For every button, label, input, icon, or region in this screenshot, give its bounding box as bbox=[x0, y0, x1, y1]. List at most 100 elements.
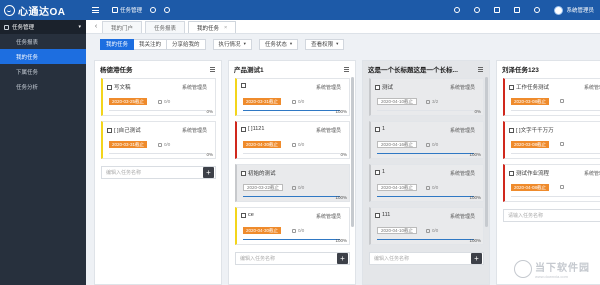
filter-bar: 我的任务 我关注的 分享给我的 执行情况 ▾ 任务状态 ▾ 查看权限 ▾ bbox=[86, 34, 600, 54]
task-checkbox[interactable] bbox=[509, 84, 514, 90]
add-task-button[interactable]: + bbox=[471, 253, 482, 264]
task-owner: 系统管理员 bbox=[315, 128, 341, 134]
top-right-tools: 系统管理员 bbox=[454, 0, 594, 20]
task-subtask-count: 3/2 bbox=[432, 99, 439, 104]
column-menu-icon[interactable] bbox=[478, 66, 483, 72]
sidebar-item-label: 我的任务 bbox=[16, 54, 39, 61]
tab-my-portal[interactable]: 我的门户 bbox=[102, 21, 143, 33]
people-icon[interactable] bbox=[474, 7, 481, 13]
task-subtask-count: 0/0 bbox=[164, 142, 171, 147]
app-logo[interactable]: 心通达OA bbox=[0, 0, 86, 20]
task-checkbox[interactable] bbox=[375, 84, 380, 90]
task-card[interactable]: 系统管理员 2020-03-31截止 0/0 100% bbox=[235, 78, 350, 116]
task-card[interactable]: 写文稿 系统管理员 2020-03-25截止 0/0 0% bbox=[101, 78, 216, 116]
sidebar-item-task-analysis[interactable]: 任务分析 bbox=[0, 79, 86, 94]
task-card[interactable]: ce 系统管理员 2020-04-30截止 0/0 100% bbox=[235, 207, 350, 245]
view-permission-dropdown[interactable]: 查看权限 ▾ bbox=[305, 38, 345, 50]
add-task-input[interactable]: 编辑入任务名称 bbox=[370, 255, 471, 262]
top-nav-clock[interactable] bbox=[150, 7, 157, 13]
sidebar-item-sub-tasks[interactable]: 下属任务 bbox=[0, 64, 86, 79]
task-meta: 0/0 bbox=[292, 185, 304, 190]
filter-my-tasks-button[interactable]: 我的任务 bbox=[100, 38, 135, 50]
close-icon[interactable]: × bbox=[224, 25, 227, 31]
task-title: 工作任务测试 bbox=[516, 85, 550, 91]
task-card[interactable]: [ ]文字千千万万2020-03-08截止0% bbox=[503, 121, 600, 159]
task-card[interactable]: [ ]1121 系统管理员 2020-04-30截止 0/0 0% bbox=[235, 121, 350, 159]
column-menu-icon[interactable] bbox=[210, 66, 215, 72]
task-due-date: 2020-04-08截止 bbox=[511, 184, 550, 191]
task-progress-fill bbox=[243, 110, 340, 111]
filter-followed-button[interactable]: 我关注的 bbox=[134, 38, 168, 50]
task-card[interactable]: 1 系统管理员 2020-04-10截止 0/0 100% bbox=[369, 164, 484, 202]
task-meta: 0/0 bbox=[158, 99, 170, 104]
task-checkbox[interactable] bbox=[241, 170, 246, 176]
task-card[interactable]: 111 系统管理员 2020-04-10截止 0/0 100% bbox=[369, 207, 484, 245]
task-checkbox[interactable] bbox=[509, 170, 514, 176]
add-task-row: 编辑入任务名称 + bbox=[369, 252, 484, 265]
menu-toggle-icon[interactable] bbox=[92, 0, 106, 20]
task-checkbox[interactable] bbox=[107, 84, 112, 90]
filter-shared-button[interactable]: 分享给我的 bbox=[167, 38, 206, 50]
column-title: 刘泽任务123 bbox=[502, 67, 539, 74]
task-title: 测试作业流程 bbox=[516, 171, 550, 177]
task-owner: 系统管理员 bbox=[315, 214, 341, 220]
task-checkbox[interactable] bbox=[107, 127, 112, 133]
sidebar-header[interactable]: 任务管理 ▾ bbox=[0, 20, 86, 34]
tab-my-tasks[interactable]: 我的任务 × bbox=[188, 21, 237, 33]
sidebar-item-my-tasks[interactable]: 我的任务 bbox=[0, 49, 86, 64]
task-progress-bar bbox=[377, 110, 474, 111]
column-scrollbar[interactable] bbox=[351, 77, 354, 227]
task-card[interactable]: 测试 系统管理员 2020-04-10截止 3/2 0% bbox=[369, 78, 484, 116]
task-title-row: 工作任务测试 bbox=[509, 83, 549, 91]
task-card[interactable]: 1 系统管理员 2020-04-16截止 0/0 100% bbox=[369, 121, 484, 159]
tag-icon[interactable] bbox=[494, 7, 501, 13]
top-nav-task-manage[interactable]: 任务管理 bbox=[112, 6, 142, 14]
task-subtask-count: 0/0 bbox=[432, 185, 439, 190]
column-scrollbar[interactable] bbox=[485, 77, 488, 227]
task-checkbox[interactable] bbox=[375, 126, 380, 132]
task-checkbox[interactable] bbox=[241, 126, 246, 132]
sidebar-item-task-report[interactable]: 任务报表 bbox=[0, 34, 86, 49]
column-title: 这是一个长标题这是一个长标... bbox=[368, 67, 458, 74]
add-task-input[interactable]: 请输入任务名称 bbox=[504, 212, 600, 219]
task-due-date: 2020-04-16截止 bbox=[377, 141, 418, 148]
task-card[interactable]: 工作任务测试系统管理员2020-03-08截止0% bbox=[503, 78, 600, 116]
task-status-dropdown[interactable]: 任务状态 ▾ bbox=[258, 38, 299, 50]
task-progress-bar bbox=[109, 153, 206, 154]
task-progress-fill bbox=[377, 196, 474, 197]
task-card[interactable]: 测试作业流程系统管理员2020-04-08截止0% bbox=[503, 164, 600, 202]
add-task-input[interactable]: 编辑入任务名称 bbox=[236, 255, 337, 262]
user-menu[interactable]: 系统管理员 bbox=[554, 5, 594, 15]
bell-icon[interactable] bbox=[454, 7, 461, 13]
task-card[interactable]: 初始的测试 2020-03-22截止 0/0 100% bbox=[235, 164, 350, 202]
task-checkbox[interactable] bbox=[241, 83, 246, 88]
task-due-date: 2020-03-25截止 bbox=[109, 98, 148, 105]
tab-scroll-left-icon[interactable]: ‹ bbox=[90, 19, 102, 33]
task-progress-bar bbox=[511, 196, 600, 197]
add-task-button[interactable]: + bbox=[203, 167, 214, 178]
column-menu-icon[interactable] bbox=[344, 66, 349, 72]
gear-icon[interactable] bbox=[534, 7, 541, 13]
tab-task-report[interactable]: 任务报表 bbox=[145, 21, 186, 33]
task-progress-bar bbox=[377, 153, 474, 154]
add-task-button[interactable]: + bbox=[337, 253, 348, 264]
sidebar: 任务管理 ▾ 任务报表 我的任务 下属任务 任务分析 bbox=[0, 20, 86, 285]
task-checkbox[interactable] bbox=[375, 169, 380, 175]
task-card[interactable]: [ ]自己测试 系统管理员 2020-03-31截止 0/0 0% bbox=[101, 121, 216, 159]
task-title-row: 1 bbox=[375, 169, 385, 175]
add-task-input[interactable]: 编辑入任务名称 bbox=[102, 169, 203, 176]
execution-status-dropdown[interactable]: 执行情况 ▾ bbox=[212, 38, 252, 50]
kanban-column: 杨德港任务 写文稿 系统管理员 2020-03-25截止 0/0 0%[ ]自己测试 系统管… bbox=[94, 60, 222, 285]
task-checkbox[interactable] bbox=[241, 212, 246, 218]
task-title: [ ]1121 bbox=[248, 126, 265, 132]
task-meta: 0/0 bbox=[426, 185, 438, 190]
top-nav-user[interactable] bbox=[164, 7, 171, 13]
task-subtask-count: 0/0 bbox=[432, 228, 439, 233]
subtask-icon bbox=[292, 99, 296, 104]
top-nav: 任务管理 bbox=[112, 6, 171, 14]
task-title-row: 1 bbox=[375, 126, 385, 132]
task-checkbox[interactable] bbox=[375, 212, 380, 218]
task-checkbox[interactable] bbox=[509, 127, 514, 133]
task-meta: 0/0 bbox=[426, 142, 438, 147]
mail-icon[interactable] bbox=[514, 7, 521, 13]
